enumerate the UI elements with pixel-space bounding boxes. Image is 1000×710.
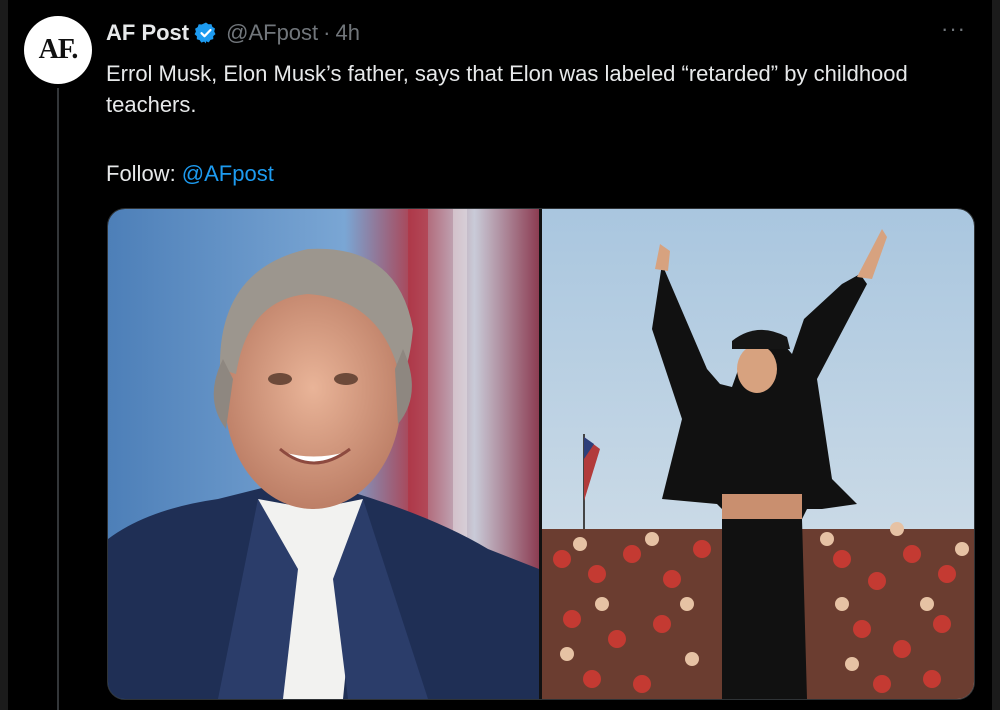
- follow-mention-link[interactable]: @AFpost: [182, 161, 274, 186]
- photo-elon-musk-rally[interactable]: [542, 209, 974, 699]
- display-name[interactable]: AF Post: [106, 20, 189, 46]
- window-frame-left: [0, 0, 8, 710]
- timestamp[interactable]: 4h: [335, 20, 359, 46]
- tweet-media[interactable]: [107, 208, 975, 700]
- photo-errol-musk[interactable]: [108, 209, 539, 699]
- follow-label: Follow:: [106, 161, 182, 186]
- tweet-text: Errol Musk, Elon Musk’s father, says tha…: [106, 61, 908, 117]
- more-options-icon[interactable]: ···: [941, 18, 966, 40]
- follow-line: Follow: @AFpost: [106, 158, 274, 189]
- avatar[interactable]: AF.: [24, 16, 92, 84]
- verified-badge-icon: [194, 22, 216, 44]
- separator-dot: ·: [323, 20, 331, 45]
- tweet-header: AF Post @AFpost · 4h: [106, 18, 360, 48]
- avatar-logo-text: AF.: [38, 34, 79, 65]
- user-handle[interactable]: @AFpost: [226, 20, 318, 46]
- thread-line: [57, 88, 59, 710]
- window-frame-right: [992, 0, 1000, 710]
